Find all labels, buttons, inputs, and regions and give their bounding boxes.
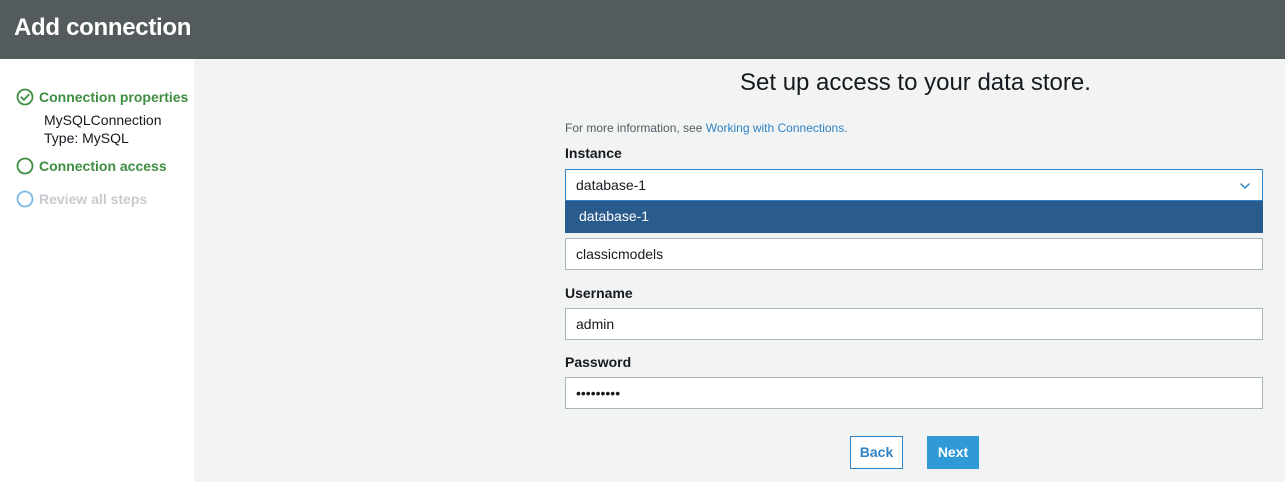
instance-select[interactable]: database-1 [565,169,1263,201]
steps-sidebar: Connection properties MySQLConnection Ty… [0,59,194,482]
step-label: Connection access [39,158,167,174]
connection-name: MySQLConnection [44,112,162,128]
password-value: ••••••••• [576,385,621,401]
main-panel: Set up access to your data store. For mo… [194,59,1285,482]
section-title: Set up access to your data store. [740,69,1091,96]
database-value: classicmodels [576,246,664,262]
back-button[interactable]: Back [850,436,903,469]
username-label: Username [565,285,633,301]
instance-value: database-1 [576,177,647,193]
circle-icon [16,157,34,175]
dropdown-option-database-1[interactable]: database-1 [565,201,1263,233]
page-title: Add connection [14,14,192,41]
step-label: Review all steps [39,191,148,207]
info-text: For more information, see Working with C… [565,121,848,135]
username-value: admin [576,316,615,332]
circle-icon [16,190,34,208]
password-field[interactable]: ••••••••• [565,377,1263,409]
step-label: Connection properties [39,89,189,105]
header-bar: Add connection [0,0,1285,59]
working-with-connections-link[interactable]: Working with Connections. [706,121,848,135]
chevron-down-icon [1240,183,1250,189]
next-button[interactable]: Next [927,436,979,469]
username-field[interactable]: admin [565,308,1263,340]
info-prefix: For more information, see [565,121,706,135]
instance-label: Instance [565,145,622,161]
check-circle-icon [16,88,34,106]
password-label: Password [565,354,632,370]
database-field[interactable]: classicmodels [565,238,1263,270]
connection-type: Type: MySQL [44,130,129,146]
